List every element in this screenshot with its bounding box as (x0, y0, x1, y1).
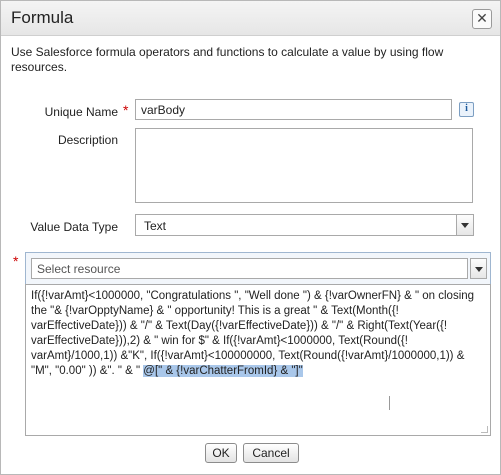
formula-textarea[interactable]: If({!varAmt}<1000000, "Congratulations "… (25, 284, 491, 436)
required-marker: * (13, 253, 19, 269)
value-data-type-value: Text (144, 219, 167, 233)
dialog-titlebar: Formula ✕ (1, 1, 500, 36)
info-icon[interactable]: i (459, 102, 474, 117)
dialog-title: Formula (11, 8, 74, 27)
chevron-down-icon[interactable] (456, 215, 473, 235)
formula-selected-text: @[" & {!varChatterFromId} & "]" (143, 365, 303, 377)
select-resource-input[interactable]: Select resource (31, 258, 468, 279)
value-data-type-select[interactable]: Text (135, 214, 474, 236)
close-icon[interactable]: ✕ (472, 9, 492, 29)
unique-name-input[interactable]: varBody (135, 99, 452, 120)
text-cursor-icon (389, 396, 390, 410)
required-marker: * (123, 102, 129, 118)
formula-dialog: Formula ✕ Use Salesforce formula operato… (0, 0, 501, 475)
resize-handle[interactable] (481, 426, 488, 433)
ok-button[interactable]: OK (205, 443, 237, 463)
description-label: Description (57, 133, 118, 147)
dialog-description: Use Salesforce formula operators and fun… (11, 45, 444, 74)
unique-name-label: Unique Name (44, 105, 118, 119)
description-textarea[interactable] (135, 128, 473, 203)
value-data-type-label: Value Data Type (30, 220, 118, 234)
formula-text: If({!varAmt}<1000000, "Congratulations "… (31, 290, 475, 377)
cancel-button[interactable]: Cancel (243, 443, 299, 463)
chevron-down-icon[interactable] (470, 258, 487, 279)
